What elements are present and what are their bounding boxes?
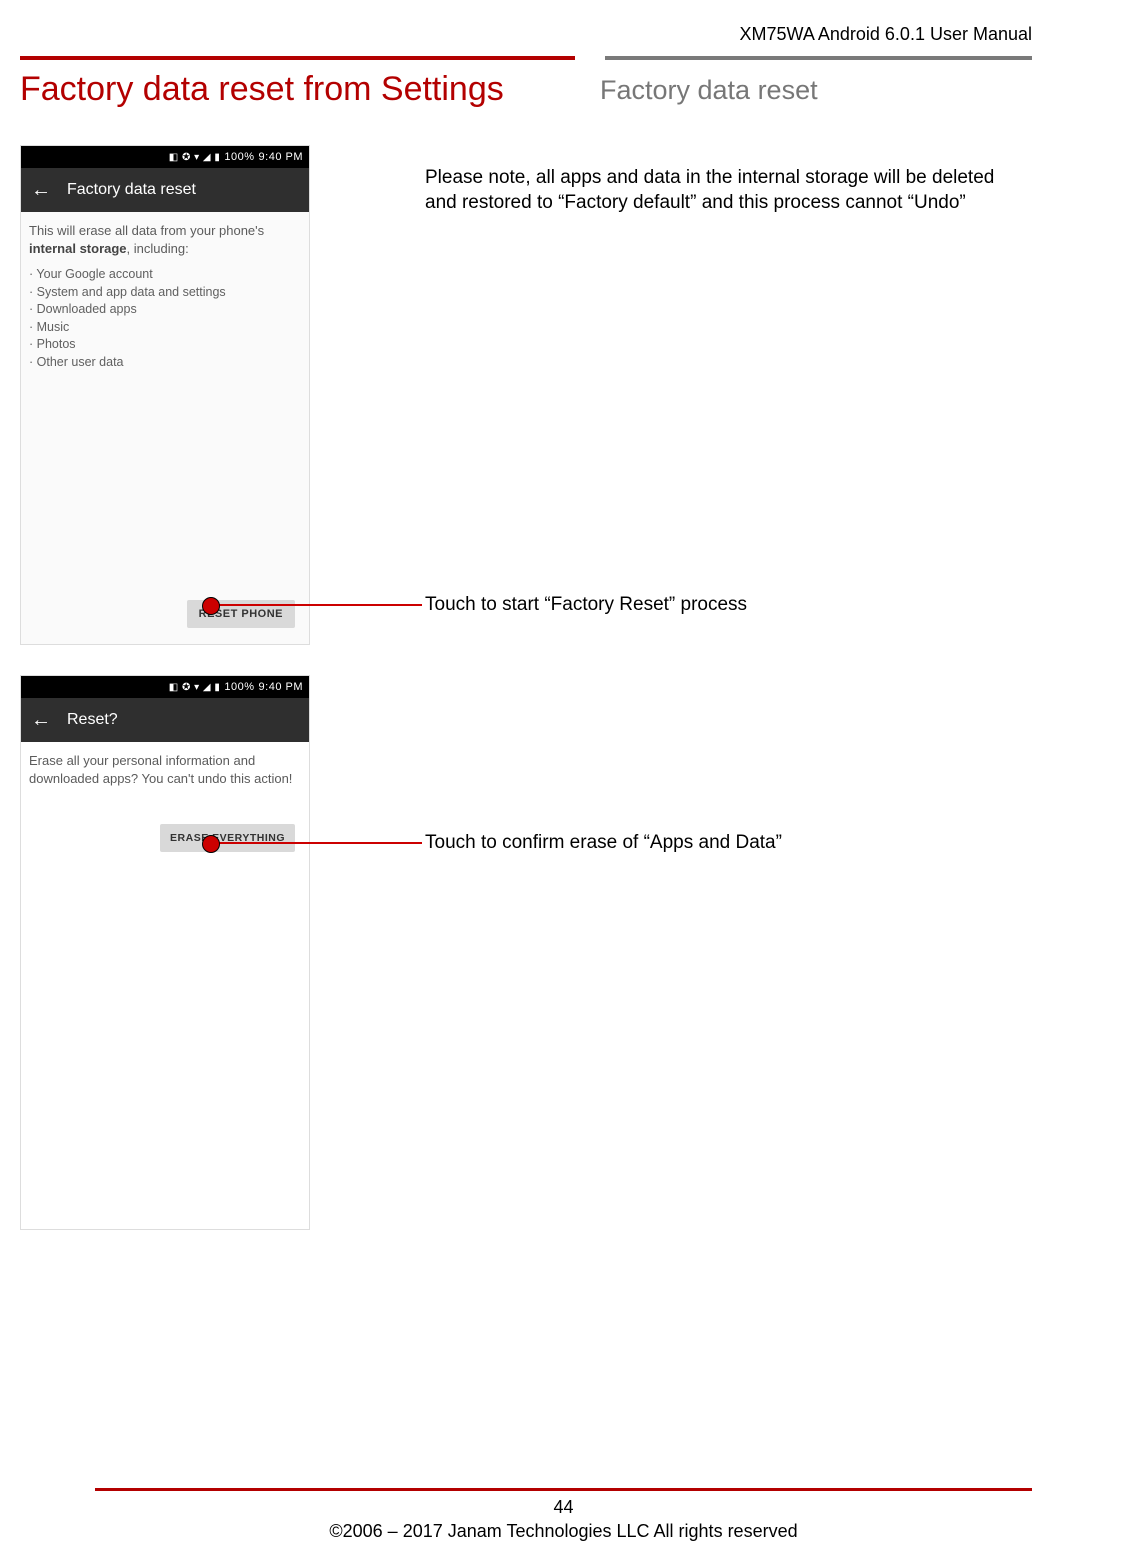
confirm-text: Erase all your personal information and … <box>29 753 292 786</box>
screen-title: Reset? <box>67 711 118 729</box>
intro-text-post: , including: <box>127 241 189 256</box>
list-item: System and app data and settings <box>29 284 301 302</box>
screen-title: Factory data reset <box>67 181 196 199</box>
list-item: Your Google account <box>29 266 301 284</box>
page-footer: 44 ©2006 – 2017 Janam Technologies LLC A… <box>0 1496 1127 1543</box>
status-icons: ◧ ✪ ▾ ◢ ▮ <box>169 152 221 163</box>
battery-percent: 100% <box>224 681 254 693</box>
intro-text-pre: This will erase all data from your phone… <box>29 223 264 238</box>
list-item: Other user data <box>29 354 301 372</box>
clock: 9:40 PM <box>259 151 303 163</box>
copyright: ©2006 – 2017 Janam Technologies LLC All … <box>329 1521 797 1541</box>
warning-note: Please note, all apps and data in the in… <box>425 166 1015 215</box>
callout-leader <box>217 604 422 606</box>
section-title: Factory data reset from Settings <box>20 70 504 109</box>
callout-leader <box>217 842 422 844</box>
manual-page: XM75WA Android 6.0.1 User Manual Factory… <box>0 0 1127 1561</box>
screenshot-reset-confirm: ◧ ✪ ▾ ◢ ▮ 100% 9:40 PM ← Reset? Erase al… <box>20 675 310 1230</box>
app-bar: ← Reset? <box>21 698 309 742</box>
list-item: Music <box>29 319 301 337</box>
callout-reset: Touch to start “Factory Reset” process <box>425 593 747 618</box>
app-bar: ← Factory data reset <box>21 168 309 212</box>
document-header: XM75WA Android 6.0.1 User Manual <box>740 24 1032 45</box>
bullet-list: Your Google account System and app data … <box>29 266 301 371</box>
footer-rule <box>95 1488 1032 1491</box>
callout-erase: Touch to confirm erase of “Apps and Data… <box>425 831 782 856</box>
battery-percent: 100% <box>224 151 254 163</box>
screenshot-factory-reset: ◧ ✪ ▾ ◢ ▮ 100% 9:40 PM ← Factory data re… <box>20 145 310 645</box>
status-icons: ◧ ✪ ▾ ◢ ▮ <box>169 682 221 693</box>
callout-dot-icon <box>202 597 220 615</box>
status-bar: ◧ ✪ ▾ ◢ ▮ 100% 9:40 PM <box>21 676 309 698</box>
page-number: 44 <box>0 1496 1127 1519</box>
screen-body: This will erase all data from your phone… <box>21 212 309 381</box>
back-arrow-icon[interactable]: ← <box>31 180 51 200</box>
section-subtitle: Factory data reset <box>600 75 818 106</box>
screen-body: Erase all your personal information and … <box>21 742 309 798</box>
erase-everything-button[interactable]: ERASE EVERYTHING <box>160 824 295 852</box>
intro-text-bold: internal storage <box>29 241 127 256</box>
list-item: Photos <box>29 336 301 354</box>
list-item: Downloaded apps <box>29 301 301 319</box>
callout-dot-icon <box>202 835 220 853</box>
back-arrow-icon[interactable]: ← <box>31 710 51 730</box>
header-rule <box>20 56 1032 60</box>
clock: 9:40 PM <box>259 681 303 693</box>
status-bar: ◧ ✪ ▾ ◢ ▮ 100% 9:40 PM <box>21 146 309 168</box>
